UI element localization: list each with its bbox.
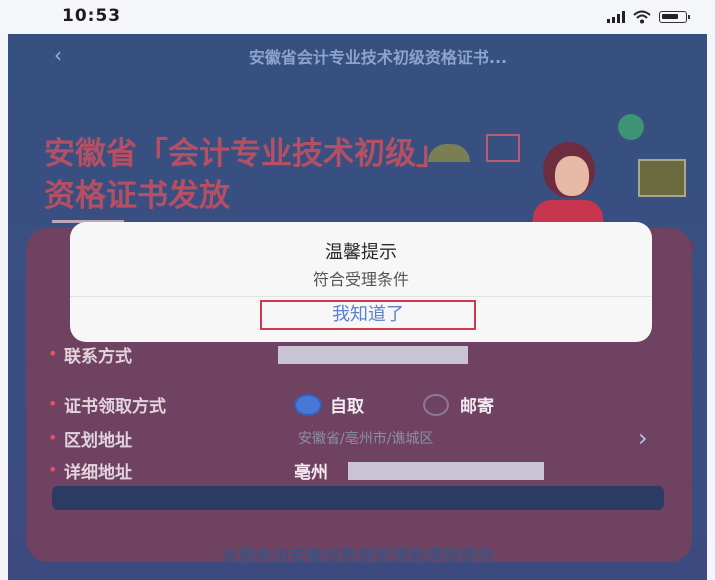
address-row: • 详细地址 亳州	[48, 458, 668, 486]
status-time: 10:53	[62, 6, 122, 26]
address-field[interactable]	[348, 462, 544, 480]
contact-label: 联系方式	[64, 347, 132, 367]
battery-icon	[659, 11, 690, 23]
district-label: 区划地址	[64, 431, 132, 451]
plant-illustration	[618, 114, 644, 140]
picture-frame-illustration	[486, 134, 520, 162]
submit-button[interactable]	[52, 486, 664, 510]
pickup-method-row: • 证书领取方式 自取 邮寄	[48, 392, 668, 420]
mail-label[interactable]: 邮寄	[460, 392, 494, 417]
lamp-illustration	[428, 144, 470, 162]
hero-title-line2: 资格证书发放	[44, 178, 230, 214]
address-prefix[interactable]: 亳州	[294, 458, 328, 483]
person-face-illustration	[555, 156, 589, 196]
required-icon: •	[48, 344, 58, 363]
nav-bar: ‹ 安徽省会计专业技术初级资格证书...	[8, 34, 707, 78]
confirm-button[interactable]: 我知道了	[260, 300, 476, 330]
chevron-right-icon[interactable]: ›	[638, 424, 648, 452]
back-icon[interactable]: ‹	[48, 44, 68, 66]
district-value[interactable]: 安徽省/亳州市/谯城区	[298, 428, 433, 448]
radio-mail[interactable]	[423, 394, 449, 416]
pickup-method-label: 证书领取方式	[64, 397, 166, 417]
status-bar: 10:53	[0, 0, 715, 34]
signal-icon	[607, 11, 625, 23]
address-label: 详细地址	[64, 463, 132, 483]
district-row[interactable]: • 区划地址 安徽省/亳州市/谯城区 ›	[48, 424, 668, 454]
self-pickup-label[interactable]: 自取	[330, 392, 364, 417]
dialog-title: 温馨提示	[325, 242, 397, 263]
wifi-icon	[633, 10, 651, 24]
app-screen: ‹ 安徽省会计专业技术初级资格证书... 安徽省「会计专业技术初级」 资格证书发…	[8, 34, 707, 580]
footer-note: 本服务由安徽省数据资源管理局提供	[221, 547, 494, 567]
required-icon: •	[48, 460, 58, 479]
tip-dialog: 温馨提示 符合受理条件 我知道了	[70, 222, 652, 342]
nav-title: 安徽省会计专业技术初级资格证书...	[248, 48, 508, 67]
radio-self-pickup[interactable]	[294, 394, 322, 416]
status-icons	[607, 8, 690, 26]
contact-field[interactable]	[278, 346, 468, 364]
contact-row: • 联系方式	[48, 342, 668, 370]
dialog-divider	[70, 296, 652, 297]
required-icon: •	[48, 428, 58, 447]
required-icon: •	[48, 394, 58, 413]
dialog-message: 符合受理条件	[312, 270, 409, 289]
board-illustration	[638, 159, 686, 197]
